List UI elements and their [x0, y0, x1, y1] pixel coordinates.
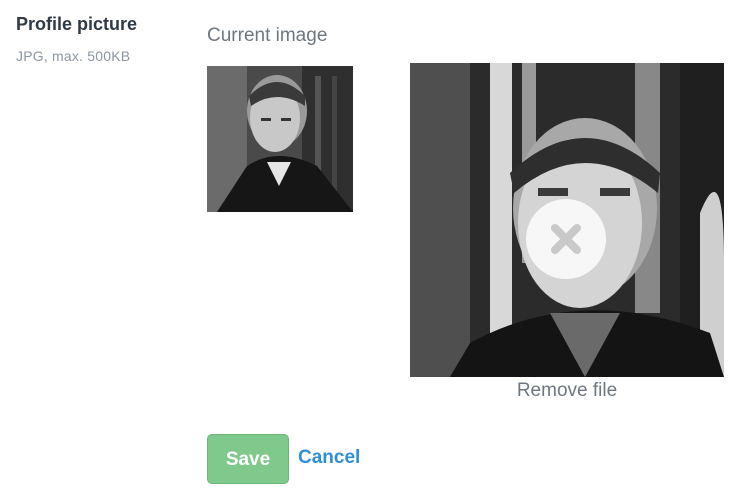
field-label-group: Profile picture JPG, max. 500KB — [16, 14, 137, 64]
close-icon — [551, 224, 581, 254]
preview-image — [410, 63, 724, 377]
current-image — [207, 66, 353, 212]
field-hint: JPG, max. 500KB — [16, 48, 131, 64]
remove-file-button[interactable] — [526, 199, 606, 279]
field-label: Profile picture — [16, 14, 138, 34]
current-image-label: Current image — [207, 25, 328, 46]
remove-file-link[interactable]: Remove file — [410, 380, 724, 402]
save-button[interactable]: Save — [207, 434, 289, 484]
cancel-link[interactable]: Cancel — [298, 447, 360, 469]
